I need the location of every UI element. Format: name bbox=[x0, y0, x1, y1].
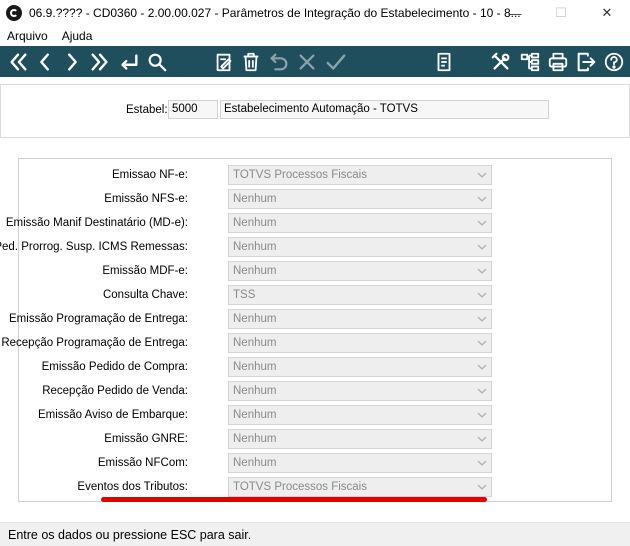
emissao-aviso-embarque-label: Emissão Aviso de Embarque: bbox=[37, 409, 188, 421]
emissao-mdfe-value: Nenhum bbox=[233, 265, 277, 277]
red-highlight-underline bbox=[101, 497, 487, 502]
recepcao-programacao-entrega-value: Nenhum bbox=[233, 337, 277, 349]
chevron-down-icon bbox=[477, 268, 487, 274]
close-button[interactable]: ✕ bbox=[584, 0, 630, 26]
help-icon[interactable] bbox=[602, 50, 626, 74]
status-text: Entre os dados ou pressione ESC para sai… bbox=[8, 527, 252, 542]
ped-prorrog-susp-icms-value: Nenhum bbox=[233, 241, 277, 253]
emissao-manif-destinatario-label: Emissão Manif Destinatário (MD-e): bbox=[5, 217, 188, 229]
header-panel: Estabel: 5000 Estabelecimento Automação … bbox=[0, 84, 630, 138]
emissao-pedido-compra-value: Nenhum bbox=[233, 361, 277, 373]
estabelecimento-code-field[interactable]: 5000 bbox=[168, 100, 218, 119]
eventos-tributos-select[interactable]: TOTVS Processos Fiscais bbox=[228, 477, 492, 497]
emissao-aviso-embarque-value: Nenhum bbox=[233, 409, 277, 421]
emissao-programacao-entrega-select[interactable]: Nenhum bbox=[228, 309, 492, 329]
emissao-nfcom-value: Nenhum bbox=[233, 457, 277, 469]
recepcao-pedido-venda-select[interactable]: Nenhum bbox=[228, 381, 492, 401]
emissao-nfse-label: Emissão NFS-e: bbox=[104, 193, 188, 205]
tools-icon[interactable] bbox=[489, 50, 513, 74]
chevron-down-icon bbox=[477, 436, 487, 442]
chevron-down-icon bbox=[477, 316, 487, 322]
minimize-button[interactable]: — bbox=[492, 0, 538, 26]
ped-prorrog-susp-icms-label: Ped. Prorrog. Susp. ICMS Remessas: bbox=[0, 241, 188, 253]
emissao-nfse-select[interactable]: Nenhum bbox=[228, 189, 492, 209]
chevron-down-icon bbox=[477, 412, 487, 418]
emissao-mdfe-label: Emissão MDF-e: bbox=[102, 265, 188, 277]
undo-icon bbox=[267, 50, 291, 74]
chevron-down-icon bbox=[477, 172, 487, 178]
menu-arquivo[interactable]: Arquivo bbox=[0, 29, 55, 43]
emissao-nfe-select[interactable]: TOTVS Processos Fiscais bbox=[228, 165, 492, 185]
title-bar: 06.9.???? - CD0360 - 2.00.00.027 - Parâm… bbox=[0, 0, 630, 26]
emissao-nfe-value: TOTVS Processos Fiscais bbox=[233, 169, 367, 181]
recepcao-pedido-venda-value: Nenhum bbox=[233, 385, 277, 397]
emissao-manif-destinatario-select[interactable]: Nenhum bbox=[228, 213, 492, 233]
emissao-nfcom-select[interactable]: Nenhum bbox=[228, 453, 492, 473]
emissao-programacao-entrega-value: Nenhum bbox=[233, 313, 277, 325]
delete-icon[interactable] bbox=[239, 50, 263, 74]
chevron-down-icon bbox=[477, 388, 487, 394]
toolbar bbox=[0, 46, 630, 77]
consulta-chave-label: Consulta Chave: bbox=[102, 289, 188, 301]
integration-form-panel: Emissao NF-e: TOTVS Processos Fiscais Em… bbox=[0, 158, 612, 502]
emissao-manif-destinatario-value: Nenhum bbox=[233, 217, 277, 229]
chevron-down-icon bbox=[477, 220, 487, 226]
emissao-gnre-label: Emissão GNRE: bbox=[104, 433, 188, 445]
chevron-down-icon bbox=[477, 196, 487, 202]
chevron-down-icon bbox=[477, 292, 487, 298]
emissao-aviso-embarque-select[interactable]: Nenhum bbox=[228, 405, 492, 425]
window-controls: — ☐ ✕ bbox=[492, 0, 630, 26]
ped-prorrog-susp-icms-select[interactable]: Nenhum bbox=[228, 237, 492, 257]
hierarchy-icon[interactable] bbox=[518, 50, 542, 74]
cancel-icon bbox=[295, 50, 319, 74]
print-icon[interactable] bbox=[546, 50, 570, 74]
eventos-tributos-value: TOTVS Processos Fiscais bbox=[233, 481, 367, 493]
emissao-nfcom-label: Emissão NFCom: bbox=[97, 457, 188, 469]
chevron-down-icon bbox=[477, 364, 487, 370]
menu-bar: Arquivo Ajuda bbox=[0, 26, 630, 46]
app-logo-icon bbox=[6, 5, 22, 21]
last-icon[interactable] bbox=[88, 50, 112, 74]
report-icon[interactable] bbox=[432, 50, 456, 74]
emissao-mdfe-select[interactable]: Nenhum bbox=[228, 261, 492, 281]
previous-icon[interactable] bbox=[33, 50, 57, 74]
consulta-chave-select[interactable]: TSS bbox=[228, 285, 492, 305]
emissao-pedido-compra-label: Emissão Pedido de Compra: bbox=[41, 361, 188, 373]
emissao-programacao-entrega-label: Emissão Programação de Entrega: bbox=[9, 313, 188, 325]
emissao-pedido-compra-select[interactable]: Nenhum bbox=[228, 357, 492, 377]
estabelecimento-label: Estabel: bbox=[126, 104, 168, 116]
goto-icon[interactable] bbox=[117, 50, 141, 74]
consulta-chave-value: TSS bbox=[233, 289, 256, 301]
chevron-down-icon bbox=[477, 340, 487, 346]
menu-ajuda[interactable]: Ajuda bbox=[55, 29, 100, 43]
eventos-tributos-label: Eventos dos Tributos: bbox=[77, 481, 188, 493]
search-icon[interactable] bbox=[145, 50, 169, 74]
estabelecimento-name-field: Estabelecimento Automação - TOTVS bbox=[220, 100, 549, 119]
emissao-gnre-value: Nenhum bbox=[233, 433, 277, 445]
maximize-button: ☐ bbox=[555, 5, 567, 20]
window-title: 06.9.???? - CD0360 - 2.00.00.027 - Parâm… bbox=[29, 6, 521, 20]
status-bar: Entre os dados ou pressione ESC para sai… bbox=[0, 522, 630, 546]
emissao-nfe-label: Emissao NF-e: bbox=[111, 169, 188, 181]
chevron-down-icon bbox=[477, 244, 487, 250]
exit-icon[interactable] bbox=[574, 50, 598, 74]
recepcao-programacao-entrega-label: Recepção Programação de Entrega: bbox=[1, 337, 188, 349]
recepcao-pedido-venda-label: Recepção Pedido de Venda: bbox=[42, 385, 188, 397]
confirm-icon bbox=[324, 50, 348, 74]
emissao-gnre-select[interactable]: Nenhum bbox=[228, 429, 492, 449]
chevron-down-icon bbox=[477, 484, 487, 490]
next-icon[interactable] bbox=[60, 50, 84, 74]
recepcao-programacao-entrega-select[interactable]: Nenhum bbox=[228, 333, 492, 353]
edit-icon[interactable] bbox=[212, 50, 236, 74]
emissao-nfse-value: Nenhum bbox=[233, 193, 277, 205]
chevron-down-icon bbox=[477, 460, 487, 466]
first-icon[interactable] bbox=[6, 50, 30, 74]
